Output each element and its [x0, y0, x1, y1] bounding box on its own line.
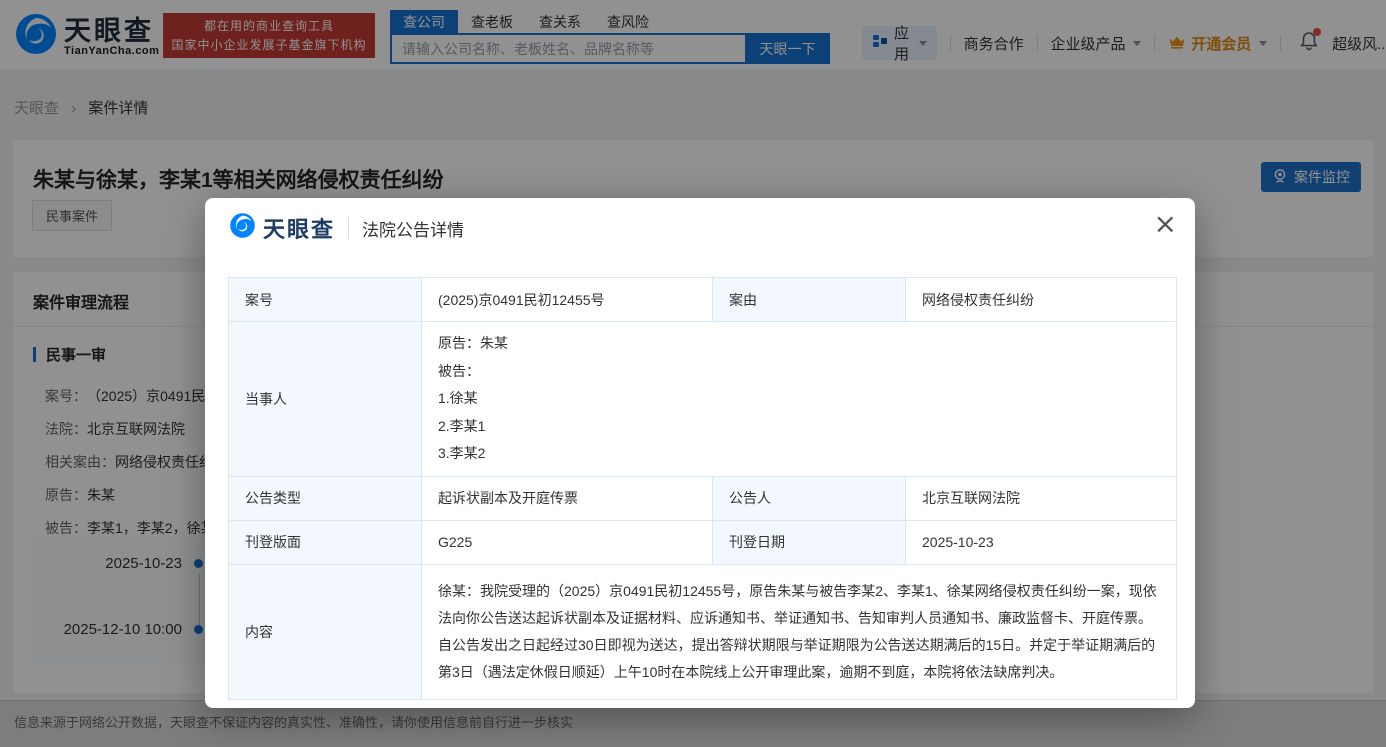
table-row: 当事人 原告：朱某 被告： 1.徐某 2.李某1 3.李某2 — [229, 321, 1176, 476]
cell-announcer-label: 公告人 — [712, 477, 905, 520]
cell-content-value: 徐某：我院受理的（2025）京0491民初12455号，原告朱某与被告李某2、李… — [421, 565, 1176, 699]
party-line: 2.李某1 — [438, 413, 1160, 441]
close-icon[interactable]: × — [1154, 210, 1177, 238]
table-row: 内容 徐某：我院受理的（2025）京0491民初12455号，原告朱某与被告李某… — [229, 564, 1176, 699]
cell-announcer-value: 北京互联网法院 — [905, 477, 1176, 520]
table-row: 刊登版面 G225 刊登日期 2025-10-23 — [229, 520, 1176, 564]
modal-brand: 天眼查 — [263, 212, 335, 244]
announcement-table: 案号 (2025)京0491民初12455号 案由 网络侵权责任纠纷 当事人 原… — [228, 277, 1177, 700]
party-line: 原告：朱某 — [438, 330, 1160, 358]
cell-announcement-type-value: 起诉状副本及开庭传票 — [421, 477, 712, 520]
court-announcement-modal: 天眼查 法院公告详情 × 案号 (2025)京0491民初12455号 案由 网… — [205, 198, 1195, 708]
modal-header-divider — [348, 217, 349, 239]
cell-case-number-label: 案号 — [229, 278, 421, 321]
cell-publish-date-label: 刊登日期 — [712, 521, 905, 564]
cell-case-number-value: (2025)京0491民初12455号 — [421, 278, 712, 321]
table-row: 案号 (2025)京0491民初12455号 案由 网络侵权责任纠纷 — [229, 278, 1176, 321]
modal-header: 天眼查 法院公告详情 × — [205, 198, 1195, 258]
cell-content-label: 内容 — [229, 565, 421, 699]
cell-page-value: G225 — [421, 521, 712, 564]
table-row: 公告类型 起诉状副本及开庭传票 公告人 北京互联网法院 — [229, 476, 1176, 520]
cell-cause-value: 网络侵权责任纠纷 — [905, 278, 1176, 321]
party-line: 被告： — [438, 358, 1160, 386]
party-line: 3.李某2 — [438, 440, 1160, 468]
party-line: 1.徐某 — [438, 385, 1160, 413]
cell-publish-date-value: 2025-10-23 — [905, 521, 1176, 564]
cell-cause-label: 案由 — [712, 278, 905, 321]
cell-parties-label: 当事人 — [229, 322, 421, 476]
tianyancha-logo-icon — [229, 212, 256, 244]
modal-title: 法院公告详情 — [362, 216, 464, 241]
cell-page-label: 刊登版面 — [229, 521, 421, 564]
cell-announcement-type-label: 公告类型 — [229, 477, 421, 520]
cell-parties-value: 原告：朱某 被告： 1.徐某 2.李某1 3.李某2 — [421, 322, 1176, 476]
